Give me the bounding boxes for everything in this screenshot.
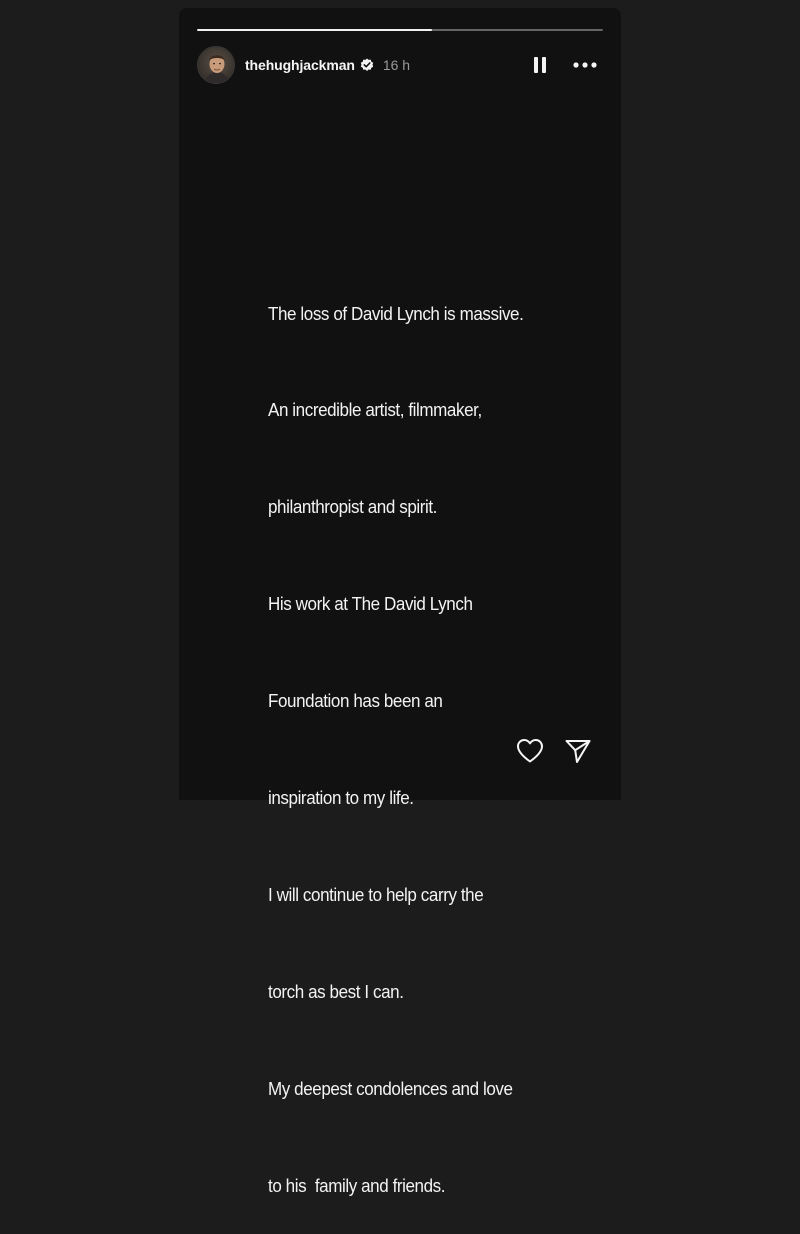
story-text-line: His work at The David Lynch — [268, 593, 473, 615]
story-text-line: philanthropist and spirit. — [268, 496, 438, 518]
more-options-icon[interactable] — [573, 62, 597, 68]
pause-icon[interactable] — [533, 56, 547, 74]
avatar-image — [198, 47, 234, 83]
story-text-line: I will continue to help carry the — [268, 883, 484, 905]
send-icon[interactable] — [564, 738, 592, 764]
story-text-line: inspiration to my life. — [268, 787, 414, 809]
story-text-line: The loss of David Lynch is massive. — [268, 302, 524, 324]
avatar[interactable] — [197, 46, 235, 84]
story-footer-actions — [516, 736, 596, 766]
story-text-line: torch as best I can. — [268, 980, 404, 1002]
story-text-line: Foundation has been an — [268, 690, 443, 712]
author-username[interactable]: thehughjackman — [245, 57, 355, 73]
story-progress-bar — [197, 29, 603, 31]
story-text-line: An incredible artist, filmmaker, — [268, 399, 482, 421]
story-text-line: My deepest condolences and love — [268, 1077, 513, 1099]
story-progress-fill — [197, 29, 433, 31]
story-timestamp: 16 h — [382, 57, 411, 73]
heart-icon[interactable] — [516, 738, 544, 764]
story-header: thehughjackman 16 h — [197, 45, 603, 85]
verified-badge-icon — [360, 58, 374, 72]
story-controls — [533, 56, 603, 74]
story-text-line: to his family and friends. — [268, 1174, 446, 1196]
story-text-block: The loss of David Lynch is massive. An i… — [268, 233, 562, 1234]
